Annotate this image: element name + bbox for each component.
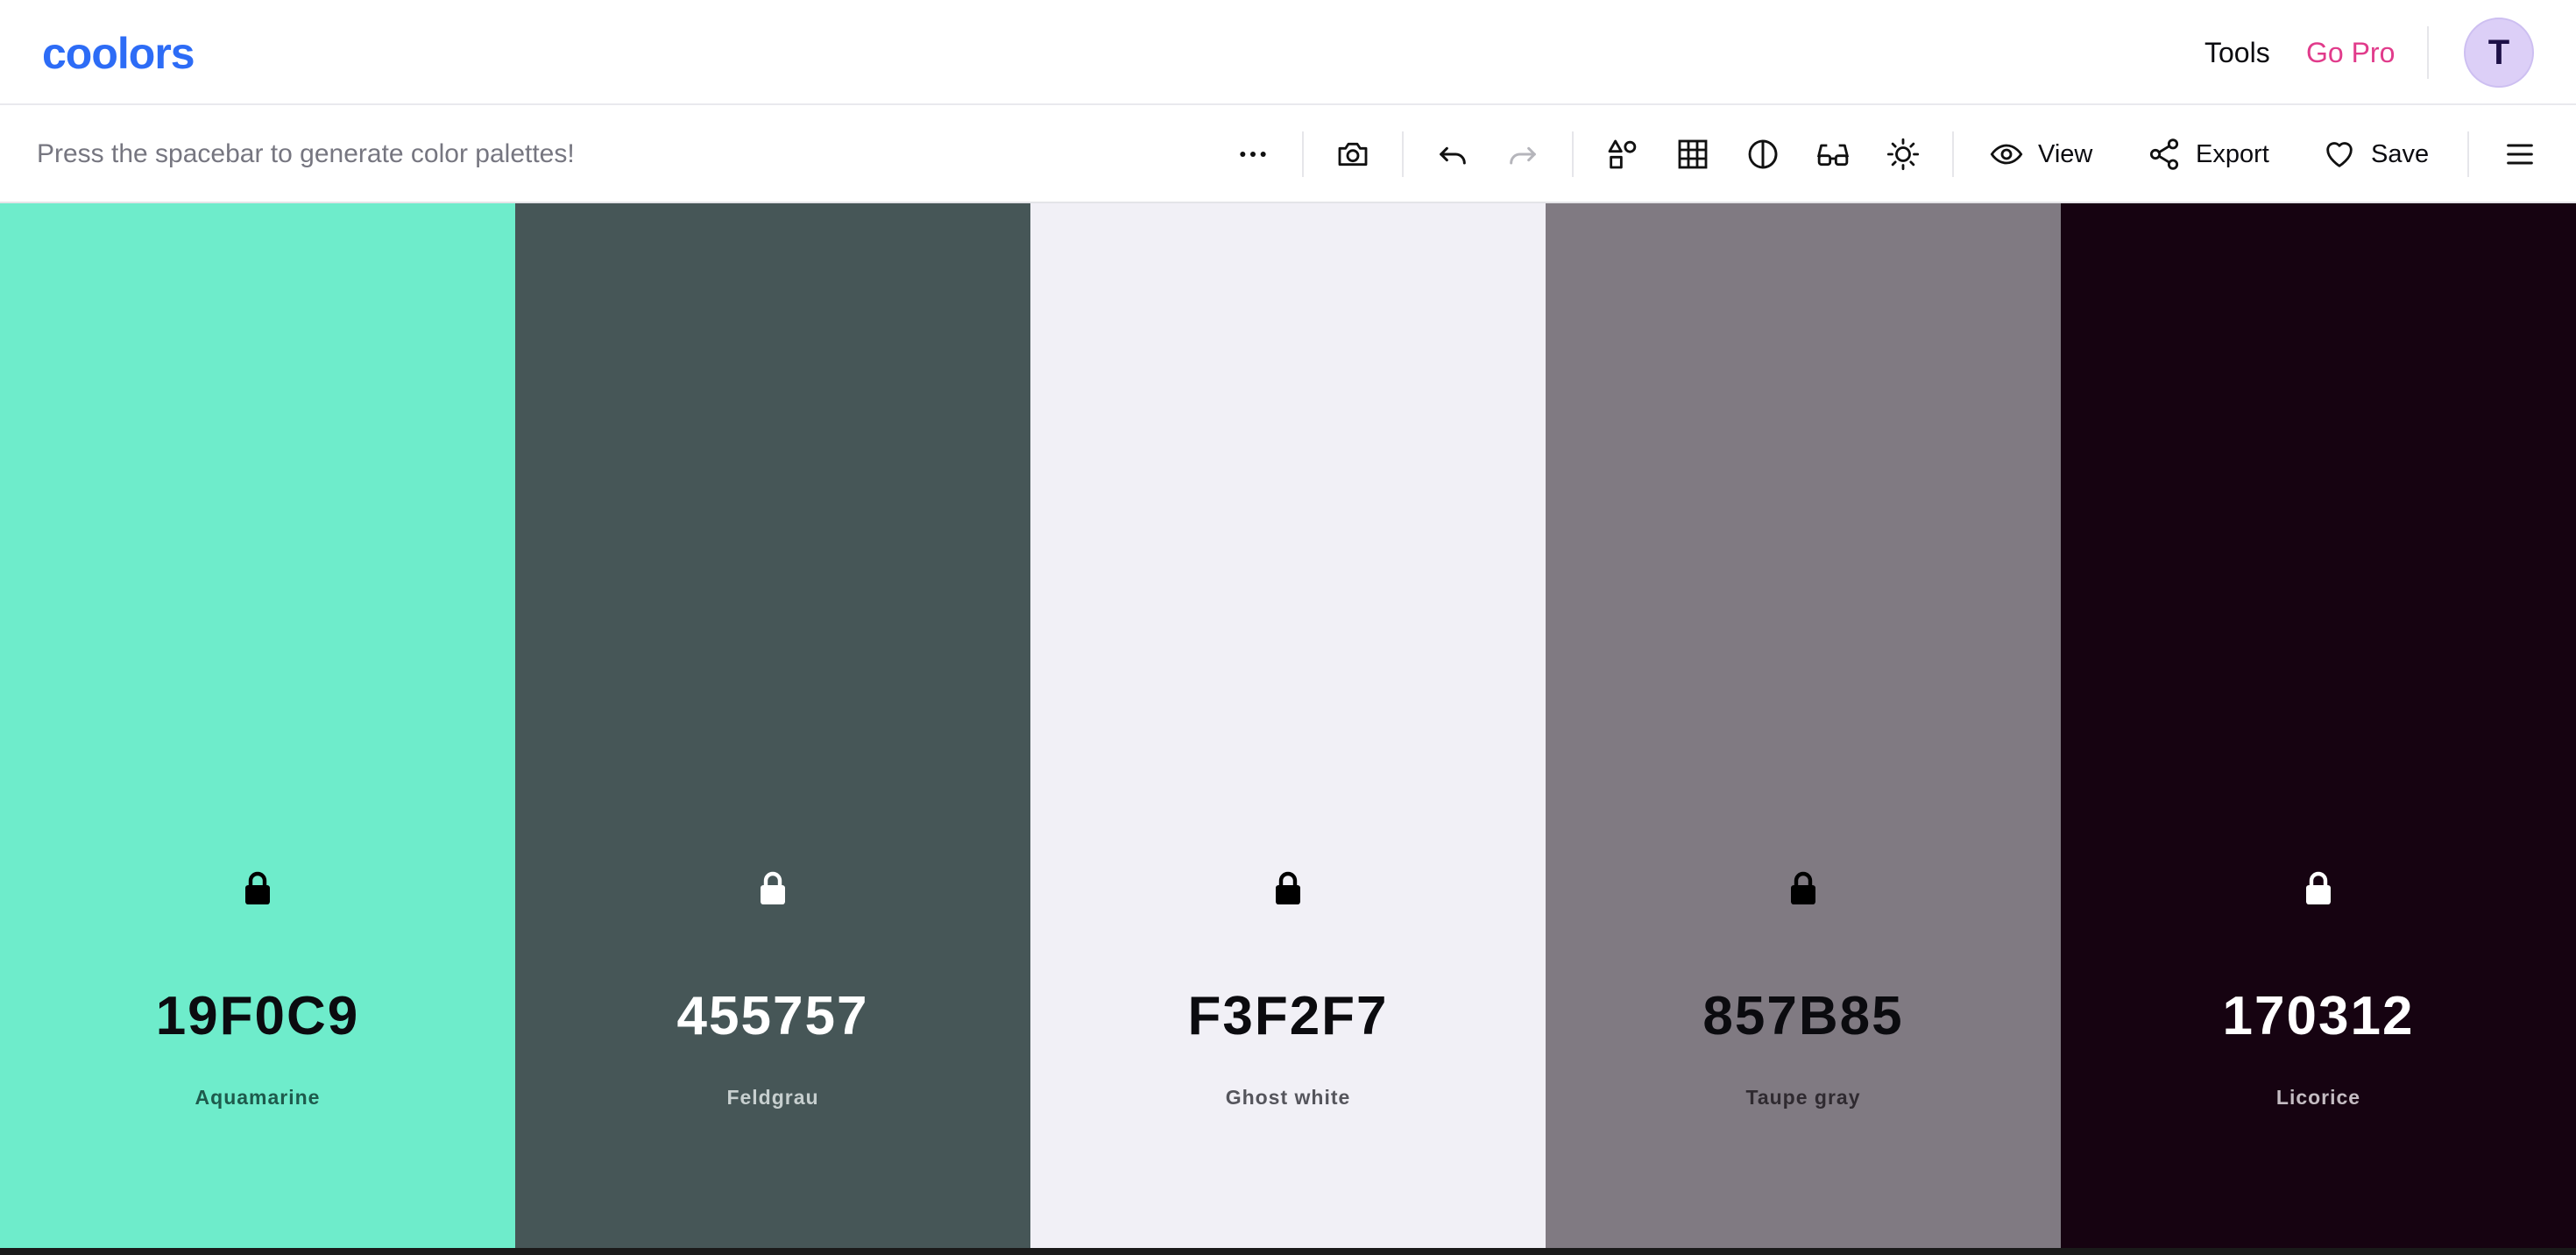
glasses-icon[interactable] [1812, 133, 1854, 175]
share-icon [2149, 138, 2179, 170]
view-button[interactable]: View [1989, 130, 2092, 179]
lock-icon[interactable] [1267, 868, 1309, 910]
lock-icon[interactable] [237, 868, 279, 910]
contrast-icon[interactable] [1742, 133, 1784, 175]
nav-gopro-link[interactable]: Go Pro [2306, 32, 2395, 74]
eye-icon [1990, 144, 2023, 165]
color-swatch[interactable]: 455757 Feldgrau [515, 203, 1030, 1248]
color-name[interactable]: Ghost white [1030, 1083, 1546, 1111]
toolbar-separator [1572, 131, 1574, 177]
color-swatch[interactable]: 857B85 Taupe gray [1546, 203, 2061, 1248]
color-hex-code[interactable]: 19F0C9 [0, 985, 515, 1048]
color-hex-code[interactable]: 170312 [2061, 985, 2576, 1048]
top-navbar: coolors Tools Go Pro T [0, 0, 2576, 105]
save-button[interactable]: Save [2322, 130, 2429, 179]
export-label: Export [2196, 139, 2269, 168]
lock-icon[interactable] [752, 868, 794, 910]
color-hex-code[interactable]: 455757 [515, 985, 1030, 1048]
view-label: View [2038, 139, 2093, 168]
toolbar-separator [1402, 131, 1404, 177]
camera-icon[interactable] [1332, 133, 1374, 175]
palette-toolbar: Press the spacebar to generate color pal… [0, 105, 2576, 203]
toolbar-separator [1952, 131, 1954, 177]
user-avatar[interactable]: T [2464, 18, 2534, 88]
spacebar-hint: Press the spacebar to generate color pal… [37, 139, 575, 168]
toolbar-separator [1302, 131, 1304, 177]
color-palette: 19F0C9 Aquamarine 455757 Feldgrau F3F2F7… [0, 203, 2576, 1248]
color-swatch[interactable]: F3F2F7 Ghost white [1030, 203, 1546, 1248]
lock-icon[interactable] [2297, 868, 2339, 910]
color-name[interactable]: Aquamarine [0, 1083, 515, 1111]
shapes-icon[interactable] [1602, 133, 1644, 175]
coolors-logo[interactable]: coolors [40, 26, 237, 79]
color-name[interactable]: Licorice [2061, 1083, 2576, 1111]
toolbar-separator [2467, 131, 2469, 177]
color-swatch[interactable]: 170312 Licorice [2061, 203, 2576, 1248]
export-button[interactable]: Export [2147, 130, 2269, 179]
grid-icon[interactable] [1672, 133, 1714, 175]
app-window: coolors Tools Go Pro T Press the spaceba… [0, 0, 2576, 1248]
save-label: Save [2371, 139, 2430, 168]
avatar-initial: T [2488, 32, 2510, 72]
logo-text: coolors [42, 29, 195, 78]
color-name[interactable]: Taupe gray [1546, 1083, 2061, 1111]
redo-icon[interactable] [1502, 133, 1544, 175]
brightness-icon[interactable] [1882, 133, 1924, 175]
nav-tools-link[interactable]: Tools [2204, 32, 2270, 74]
more-icon[interactable] [1232, 133, 1274, 175]
menu-icon[interactable] [2499, 133, 2541, 175]
heart-icon [2326, 142, 2353, 167]
color-swatch[interactable]: 19F0C9 Aquamarine [0, 203, 515, 1248]
lock-icon[interactable] [1782, 868, 1824, 910]
color-name[interactable]: Feldgrau [515, 1083, 1030, 1111]
undo-icon[interactable] [1432, 133, 1474, 175]
nav-divider [2427, 26, 2429, 79]
color-hex-code[interactable]: 857B85 [1546, 985, 2061, 1048]
color-hex-code[interactable]: F3F2F7 [1030, 985, 1546, 1048]
